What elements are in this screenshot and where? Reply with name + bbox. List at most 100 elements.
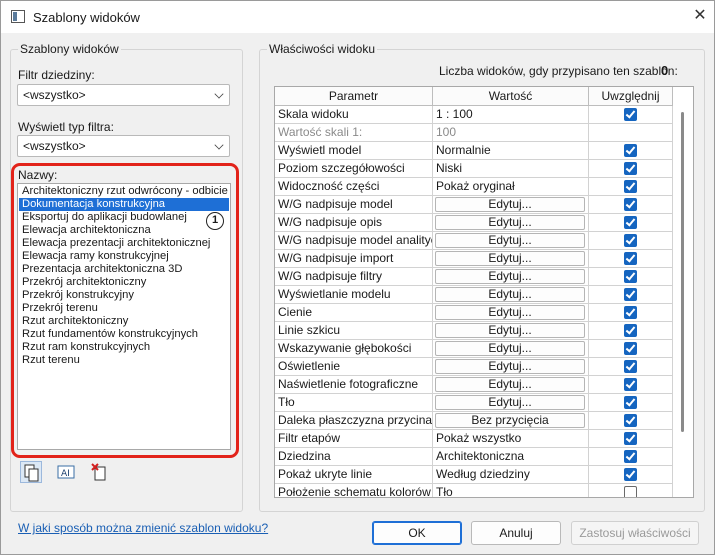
include-cell (589, 106, 673, 124)
include-cell (589, 286, 673, 304)
edit-button[interactable]: Edytuj... (435, 197, 585, 212)
list-item[interactable]: Przekrój architektoniczny (19, 276, 229, 289)
apply-properties-button[interactable]: Zastosuj właściwości (571, 521, 699, 545)
table-row: Oświetlenie Edytuj... (275, 358, 693, 376)
discipline-filter-select[interactable]: <wszystko> (17, 84, 230, 106)
value-cell: Edytuj... (433, 394, 589, 412)
value-text[interactable]: Niski (433, 161, 462, 175)
value-text[interactable]: Architektoniczna (433, 449, 524, 463)
include-cell (589, 196, 673, 214)
vertical-scrollbar[interactable] (673, 106, 693, 497)
properties-table: Parametr Wartość Uwzględnij Skala widoku… (274, 86, 694, 498)
title-bar: Szablony widoków ✕ (1, 1, 714, 33)
value-text[interactable]: Pokaż oryginał (433, 179, 515, 193)
help-link[interactable]: W jaki sposób można zmienić szablon wido… (18, 521, 268, 535)
include-checkbox[interactable] (624, 396, 637, 409)
list-item[interactable]: Rzut terenu (19, 354, 229, 367)
parameter-name: Filtr etapów (275, 430, 433, 448)
include-checkbox[interactable] (624, 288, 637, 301)
view-templates-dialog: Szablony widoków ✕ Szablony widoków Filt… (0, 0, 715, 555)
include-checkbox[interactable] (624, 432, 637, 445)
include-checkbox[interactable] (624, 360, 637, 373)
edit-button[interactable]: Edytuj... (435, 359, 585, 374)
value-text[interactable]: Pokaż wszystko (433, 431, 521, 445)
value-text[interactable]: 1 : 100 (433, 107, 473, 121)
list-item[interactable]: Elewacja architektoniczna (19, 224, 229, 237)
include-checkbox[interactable] (624, 486, 637, 497)
include-cell (589, 322, 673, 340)
chevron-down-icon (214, 140, 224, 150)
rename-template-button[interactable]: AI (55, 461, 77, 483)
edit-button[interactable]: Edytuj... (435, 395, 585, 410)
include-checkbox[interactable] (624, 414, 637, 427)
include-checkbox[interactable] (624, 450, 637, 463)
column-header-include[interactable]: Uwzględnij (589, 87, 673, 106)
cancel-button[interactable]: Anuluj (471, 521, 561, 545)
list-item[interactable]: Architektoniczny rzut odwrócony - odbici… (19, 185, 229, 198)
include-checkbox[interactable] (624, 270, 637, 283)
value-text: 100 (436, 125, 457, 139)
list-item[interactable]: Eksportuj do aplikacji budowlanej (19, 211, 229, 224)
scrollbar-thumb[interactable] (681, 112, 684, 432)
parameter-name: W/G nadpisuje model analityczny (275, 232, 433, 250)
views-count-value: 0 (661, 63, 669, 78)
include-checkbox[interactable] (624, 198, 637, 211)
names-list[interactable]: Architektoniczny rzut odwrócony - odbici… (17, 183, 231, 450)
parameter-name: W/G nadpisuje opis (275, 214, 433, 232)
table-row: Poziom szczegółowości Niski (275, 160, 693, 178)
edit-button[interactable]: Edytuj... (435, 251, 585, 266)
list-item[interactable]: Przekrój terenu (19, 302, 229, 315)
edit-button[interactable]: Edytuj... (435, 269, 585, 284)
list-item[interactable]: Dokumentacja konstrukcyjna (19, 198, 229, 211)
include-checkbox[interactable] (624, 468, 637, 481)
edit-button[interactable]: Edytuj... (435, 377, 585, 392)
include-checkbox[interactable] (624, 216, 637, 229)
list-item[interactable]: Elewacja ramy konstrukcyjnej (19, 250, 229, 263)
include-checkbox[interactable] (624, 180, 637, 193)
view-properties-title: Właściwości widoku (267, 42, 378, 56)
value-text[interactable]: Normalnie (433, 143, 491, 157)
chevron-down-icon (214, 89, 224, 99)
table-row: Tło Edytuj... (275, 394, 693, 412)
list-item[interactable]: Rzut architektoniczny (19, 315, 229, 328)
value-text[interactable]: Według dziedziny (433, 467, 530, 481)
table-row: Położenie schematu kolorów Tło (275, 484, 693, 497)
discipline-filter-value: <wszystko> (23, 88, 86, 102)
edit-button[interactable]: Edytuj... (435, 215, 585, 230)
list-item[interactable]: Elewacja prezentacji architektonicznej (19, 237, 229, 250)
include-checkbox[interactable] (624, 162, 637, 175)
duplicate-template-button[interactable] (20, 461, 42, 483)
include-checkbox[interactable] (624, 324, 637, 337)
value-cell: Normalnie (433, 142, 589, 160)
include-checkbox[interactable] (624, 306, 637, 319)
edit-button[interactable]: Edytuj... (435, 287, 585, 302)
include-checkbox[interactable] (624, 234, 637, 247)
include-checkbox[interactable] (624, 144, 637, 157)
column-header-value[interactable]: Wartość (433, 87, 589, 106)
include-checkbox[interactable] (624, 378, 637, 391)
value-cell: Edytuj... (433, 232, 589, 250)
ok-button[interactable]: OK (372, 521, 462, 545)
delete-template-button[interactable] (89, 461, 111, 483)
list-item[interactable]: Rzut fundamentów konstrukcyjnych (19, 328, 229, 341)
list-item[interactable]: Rzut ram konstrukcyjnych (19, 341, 229, 354)
list-item[interactable]: Przekrój konstrukcyjny (19, 289, 229, 302)
edit-button[interactable]: Edytuj... (435, 323, 585, 338)
include-checkbox[interactable] (624, 108, 637, 121)
edit-button[interactable]: Edytuj... (435, 305, 585, 320)
column-header-parameter[interactable]: Parametr (275, 87, 433, 106)
include-cell (589, 232, 673, 250)
edit-button[interactable]: Edytuj... (435, 341, 585, 356)
table-row: Widoczność części Pokaż oryginał (275, 178, 693, 196)
edit-button[interactable]: Edytuj... (435, 233, 585, 248)
value-cell: Niski (433, 160, 589, 178)
include-checkbox[interactable] (624, 342, 637, 355)
view-type-filter-select[interactable]: <wszystko> (17, 135, 230, 157)
edit-button[interactable]: Bez przycięcia (435, 413, 585, 428)
include-checkbox[interactable] (624, 252, 637, 265)
list-item[interactable]: Prezentacja architektoniczna 3D (19, 263, 229, 276)
close-icon[interactable]: ✕ (691, 7, 709, 25)
discipline-filter-label: Filtr dziedziny: (18, 68, 95, 82)
value-text[interactable]: Tło (433, 485, 453, 497)
rename-icon: AI (57, 465, 75, 479)
